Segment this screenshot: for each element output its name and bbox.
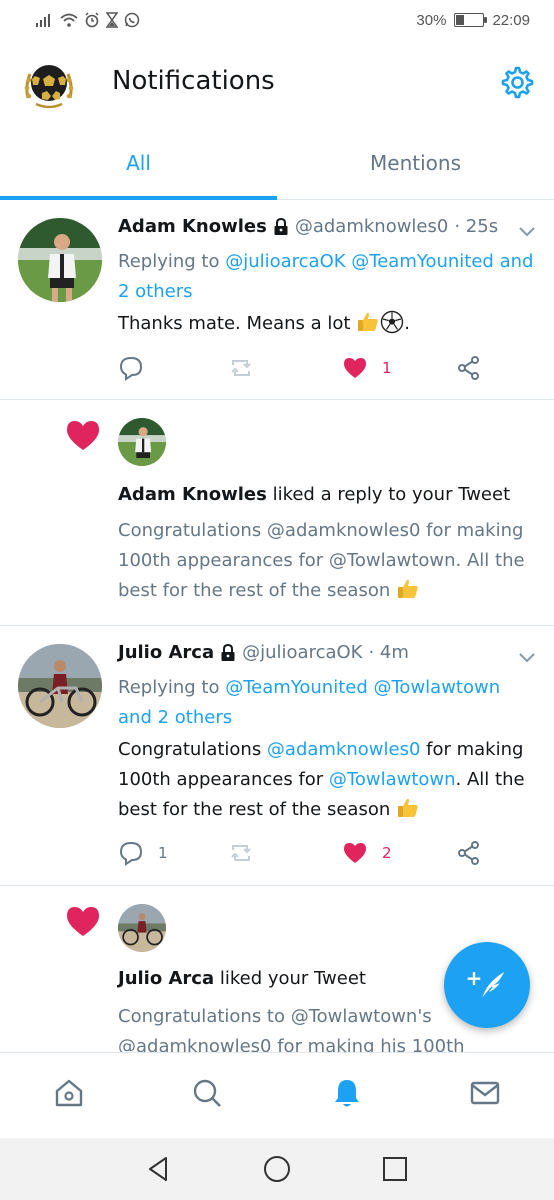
thumbs-up-emoji — [397, 579, 418, 598]
chevron-down-icon[interactable] — [518, 652, 536, 664]
status-icons — [36, 10, 140, 30]
nav-messages[interactable] — [465, 1073, 505, 1113]
retweet-button[interactable] — [228, 355, 254, 381]
clock: 22:09 — [492, 11, 530, 29]
heart-filled-icon — [344, 358, 366, 378]
like-notification[interactable]: Adam Knowles liked a reply to your Tweet… — [0, 400, 554, 626]
reply-button[interactable]: 1 — [118, 840, 168, 866]
author-name[interactable]: Julio Arca — [118, 642, 214, 663]
battery-percent: 30% — [416, 11, 447, 29]
notification-text: Adam Knowles liked a reply to your Tweet — [118, 484, 511, 505]
reply-button[interactable] — [118, 355, 144, 381]
like-button[interactable]: 1 — [342, 355, 392, 381]
share-icon — [458, 356, 479, 380]
retweet-icon — [231, 845, 251, 861]
tab-all[interactable]: All — [0, 128, 277, 198]
avatar[interactable] — [118, 904, 166, 952]
reply-icon — [119, 841, 143, 866]
lock-icon — [221, 644, 235, 661]
mention-link[interactable]: @Towlawtown — [329, 769, 456, 790]
retweet-icon — [231, 360, 251, 376]
retweet-button[interactable] — [228, 840, 254, 866]
signal-icon — [36, 14, 50, 27]
nav-search[interactable] — [187, 1073, 227, 1113]
tweet-actions: 1 — [118, 355, 498, 385]
search-icon — [193, 1079, 221, 1107]
tweet-text: Thanks mate. Means a lot . — [118, 309, 538, 339]
page-title: Notifications — [112, 66, 275, 96]
tweet-item[interactable]: Adam Knowles @adamknowles0 · 25s Replyin… — [0, 200, 554, 400]
whatsapp-icon — [124, 12, 140, 28]
reply-context: Replying to @TeamYounited @Towlawtown an… — [118, 677, 501, 728]
liked-tweet-preview[interactable]: Congratulations to @Towlawtown's @adamkn… — [118, 1002, 478, 1052]
chevron-down-icon[interactable] — [518, 226, 536, 238]
gear-icon[interactable] — [498, 64, 534, 100]
quill-icon — [481, 972, 505, 1000]
mention-link[interactable]: @adamknowles0 — [267, 739, 421, 760]
heart-filled-icon — [344, 843, 366, 863]
football-logo[interactable] — [22, 58, 76, 112]
avatar[interactable] — [18, 644, 102, 728]
wifi-icon — [60, 13, 78, 27]
author-handle: @julioarcaOK — [242, 642, 363, 663]
tweet-text: Congratulations @adamknowles0 for making… — [118, 739, 525, 820]
reply-count: 1 — [158, 844, 168, 862]
football-emoji — [381, 310, 404, 334]
bottom-nav — [0, 1052, 554, 1138]
like-count: 1 — [382, 359, 392, 377]
home-circle-icon[interactable] — [262, 1154, 292, 1184]
heart-icon — [67, 907, 99, 936]
recents-square-icon[interactable] — [380, 1154, 410, 1184]
system-nav-bar — [0, 1138, 554, 1200]
share-button[interactable] — [456, 840, 482, 866]
alarm-icon — [85, 12, 99, 28]
notification-tabs: All Mentions — [0, 128, 554, 200]
author-name[interactable]: Adam Knowles — [118, 216, 267, 237]
like-button[interactable]: 2 — [342, 840, 392, 866]
nav-home[interactable] — [49, 1073, 89, 1113]
avatar[interactable] — [118, 418, 166, 466]
avatar[interactable] — [18, 218, 102, 302]
reply-icon — [119, 356, 143, 381]
lock-icon — [274, 218, 288, 235]
bell-icon — [335, 1080, 359, 1107]
share-icon — [458, 841, 479, 865]
status-bar: 30% 22:09 — [0, 0, 554, 40]
battery-icon — [454, 13, 488, 27]
back-triangle-icon[interactable] — [144, 1154, 174, 1184]
mail-icon — [470, 1081, 500, 1105]
thumbs-up-emoji — [397, 798, 418, 817]
tab-mentions[interactable]: Mentions — [277, 128, 554, 198]
thumbs-up-emoji — [358, 312, 378, 331]
liked-tweet-preview[interactable]: Congratulations @adamknowles0 for making… — [118, 516, 538, 606]
reply-context: Replying to @julioarcaOK @TeamYounited a… — [118, 251, 534, 302]
tweet-item[interactable]: Julio Arca @julioarcaOK · 4m Replying to… — [0, 626, 554, 886]
notification-feed[interactable]: Adam Knowles @adamknowles0 · 25s Replyin… — [0, 200, 554, 1052]
hourglass-icon — [106, 12, 118, 28]
share-button[interactable] — [456, 355, 482, 381]
tweet-actions: 1 2 — [118, 840, 498, 870]
heart-icon — [67, 421, 99, 450]
home-icon — [55, 1079, 83, 1107]
like-count: 2 — [382, 844, 392, 862]
tweet-time: · 25s — [454, 216, 499, 237]
nav-notifications[interactable] — [327, 1073, 367, 1113]
tweet-time: · 4m — [368, 642, 409, 663]
app-header: Notifications — [0, 40, 554, 128]
author-handle: @adamknowles0 — [294, 216, 449, 237]
compose-tweet-button[interactable]: + — [444, 942, 530, 1028]
